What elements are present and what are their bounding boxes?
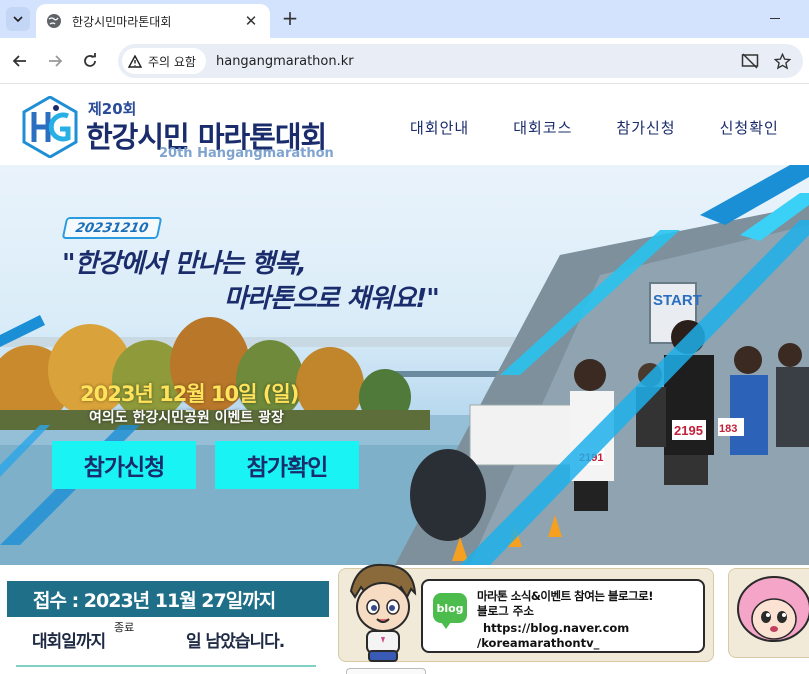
site-header: 제20회 한강시민 마라톤대회 20th Hangangmarathon 대회안… — [0, 85, 809, 165]
url-text[interactable]: hangangmarathon.kr — [216, 54, 739, 69]
cast-disabled-button[interactable] — [739, 50, 761, 72]
apply-button[interactable]: 참가신청 — [52, 441, 196, 489]
bookmark-star-button[interactable] — [771, 50, 793, 72]
blog-icon: blog — [433, 593, 467, 629]
minimize-icon — [770, 17, 780, 19]
new-tab-button[interactable]: + — [278, 6, 302, 30]
logo-subtitle: 20th Hangangmarathon — [159, 146, 334, 161]
bib-number: 2195 — [674, 423, 703, 438]
countdown-status: 종료 — [114, 621, 135, 634]
menu-item-check[interactable]: 신청확인 — [720, 117, 779, 138]
countdown-label: 대회일까지 — [32, 632, 106, 652]
security-chip[interactable]: 주의 요함 — [122, 48, 206, 74]
reload-icon — [84, 53, 96, 67]
pink-hair-character — [737, 576, 809, 642]
screen-blocked-icon — [741, 53, 759, 69]
address-bar[interactable]: 주의 요함 hangangmarathon.kr — [118, 44, 803, 78]
partial-card-edge — [346, 668, 426, 674]
forward-button[interactable] — [43, 49, 67, 73]
warning-icon — [128, 54, 142, 68]
event-place: 여의도 한강시민공원 이벤트 광장 — [89, 410, 284, 426]
close-tab-icon[interactable]: ✕ — [242, 12, 260, 30]
blog-url-line-1[interactable]: https://blog.naver.com — [483, 621, 629, 635]
mascot-character — [349, 563, 417, 662]
deadline-banner: 접수 : 2023년 11월 27일까지 — [7, 581, 329, 617]
blog-info-box: blog 마라톤 소식&이벤트 참여는 블로그로! 블로그 주소 https:/… — [421, 579, 705, 653]
star-icon — [773, 52, 791, 70]
start-banner-text: START — [653, 292, 702, 309]
logo-emblem-icon — [22, 96, 78, 158]
blog-address-label: 블로그 주소 — [477, 604, 534, 618]
blog-url-line-2[interactable]: /koreamarathontv_ — [477, 636, 599, 650]
menu-item-apply[interactable]: 참가신청 — [616, 117, 675, 138]
main-menu: 대회안내 대회코스 참가신청 신청확인 — [410, 117, 809, 138]
menu-item-guide[interactable]: 대회안내 — [410, 117, 469, 138]
chevron-down-icon — [13, 16, 23, 23]
minimize-window-button[interactable] — [760, 8, 790, 28]
arrow-right-icon — [49, 55, 63, 67]
tab-search-button[interactable] — [6, 7, 30, 31]
globe-icon — [47, 14, 61, 28]
hero-banner: START 2195 2191 183 — [0, 165, 809, 565]
menu-item-course[interactable]: 대회코스 — [513, 117, 572, 138]
arrow-left-icon — [12, 55, 26, 67]
tab-title: 한강시민마라톤대회 — [72, 14, 172, 29]
browser-tab[interactable]: 한강시민마라톤대회 ✕ — [36, 4, 270, 38]
divider — [16, 665, 316, 667]
countdown-suffix: 일 남았습니다. — [186, 632, 285, 652]
site-logo[interactable]: 제20회 한강시민 마라톤대회 20th Hangangmarathon — [22, 94, 352, 161]
back-button[interactable] — [8, 49, 32, 73]
registration-notice: 접수 : 2023년 11월 27일까지 대회일까지 종료 일 남았습니다. — [0, 565, 330, 673]
event-date: 2023년 12월 10일 (일) — [80, 382, 299, 406]
event-date-tag: 20231210 — [61, 217, 163, 239]
check-registration-button[interactable]: 참가확인 — [215, 441, 359, 489]
reload-button[interactable] — [78, 49, 102, 73]
character-promo-card[interactable] — [728, 568, 809, 658]
slogan-line-1: "한강에서 만나는 행복, — [62, 249, 307, 279]
security-chip-label: 주의 요함 — [148, 54, 196, 69]
blog-headline: 마라톤 소식&이벤트 참여는 블로그로! — [477, 589, 653, 603]
blog-promo-card[interactable]: blog 마라톤 소식&이벤트 참여는 블로그로! 블로그 주소 https:/… — [338, 563, 714, 662]
browser-tab-strip: 한강시민마라톤대회 ✕ + — [0, 0, 809, 38]
bib-number: 183 — [719, 423, 737, 435]
slogan-line-2: 마라톤으로 채워요!" — [224, 284, 440, 314]
browser-toolbar: 주의 요함 hangangmarathon.kr — [0, 38, 809, 84]
